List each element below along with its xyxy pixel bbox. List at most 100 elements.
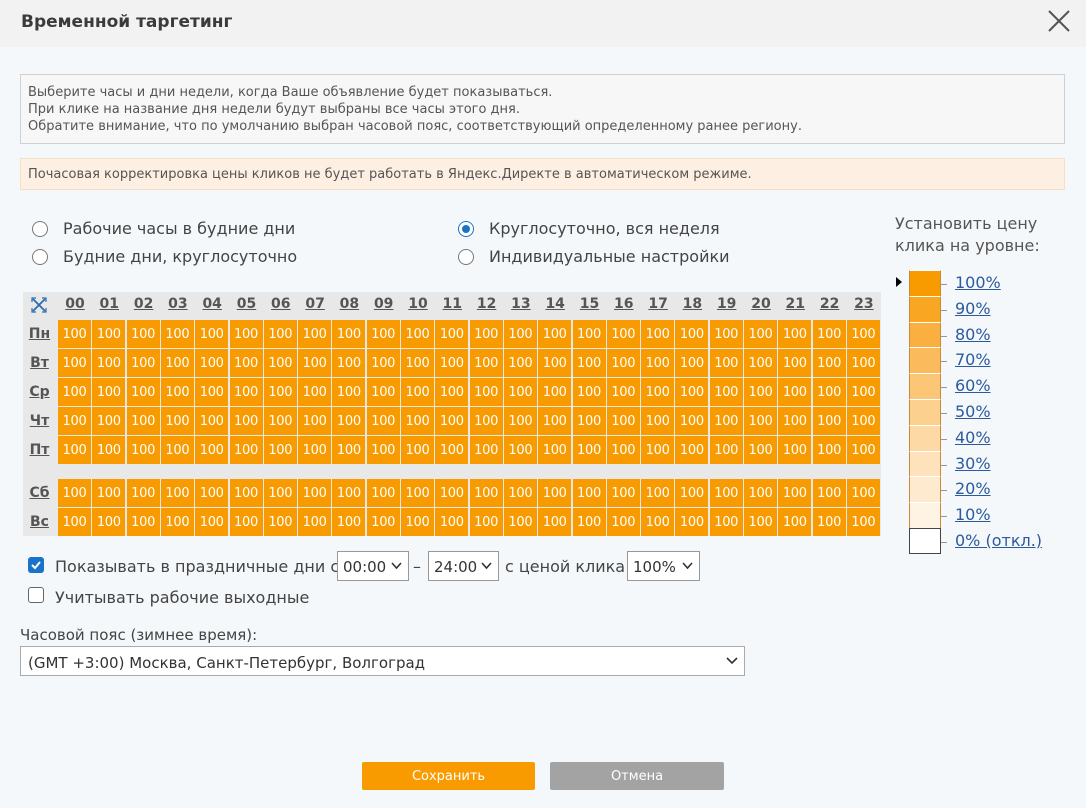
schedule-cell[interactable]: 100 (126, 378, 160, 406)
schedule-cell[interactable]: 100 (435, 407, 469, 435)
schedule-cell[interactable]: 100 (435, 349, 469, 377)
legend-level-link[interactable]: 30% (955, 454, 991, 473)
schedule-cell[interactable]: 100 (812, 479, 846, 507)
hour-header[interactable]: 09 (367, 296, 401, 318)
schedule-cell[interactable]: 100 (58, 436, 91, 464)
holiday-from-select[interactable]: 00:00 (337, 551, 409, 581)
schedule-cell[interactable]: 100 (572, 320, 606, 348)
schedule-cell[interactable]: 100 (744, 508, 777, 536)
schedule-cell[interactable]: 100 (298, 378, 332, 406)
legend-swatch[interactable] (909, 399, 941, 425)
schedule-cell[interactable]: 100 (606, 479, 640, 507)
schedule-cell[interactable]: 100 (229, 349, 263, 377)
schedule-cell[interactable]: 100 (229, 320, 263, 348)
schedule-cell[interactable]: 100 (744, 407, 777, 435)
radio-custom[interactable]: Индивидуальные настройки (458, 247, 730, 266)
schedule-cell[interactable]: 100 (778, 508, 812, 536)
schedule-cell[interactable]: 100 (675, 407, 709, 435)
schedule-cell[interactable]: 100 (58, 479, 91, 507)
schedule-cell[interactable]: 100 (744, 479, 777, 507)
schedule-cell[interactable]: 100 (195, 479, 229, 507)
schedule-cell[interactable]: 100 (160, 436, 194, 464)
schedule-cell[interactable]: 100 (606, 349, 640, 377)
schedule-cell[interactable]: 100 (778, 436, 812, 464)
schedule-cell[interactable]: 100 (332, 479, 366, 507)
schedule-cell[interactable]: 100 (160, 349, 194, 377)
schedule-cell[interactable]: 100 (58, 320, 91, 348)
schedule-cell[interactable]: 100 (126, 407, 160, 435)
schedule-cell[interactable]: 100 (92, 508, 126, 536)
schedule-cell[interactable]: 100 (503, 479, 537, 507)
legend-level-link[interactable]: 100% (955, 273, 1001, 292)
hour-header[interactable]: 16 (607, 296, 641, 318)
legend-level-link[interactable]: 60% (955, 376, 991, 395)
schedule-cell[interactable]: 100 (641, 349, 675, 377)
hour-header[interactable]: 12 (470, 296, 504, 318)
schedule-cell[interactable]: 100 (675, 436, 709, 464)
schedule-cell[interactable]: 100 (812, 508, 846, 536)
working-weekends-checkbox[interactable] (28, 587, 44, 603)
schedule-cell[interactable]: 100 (572, 407, 606, 435)
hour-header[interactable]: 00 (58, 296, 92, 318)
legend-swatch[interactable] (909, 476, 941, 503)
schedule-cell[interactable]: 100 (229, 436, 263, 464)
schedule-cell[interactable]: 100 (401, 479, 434, 507)
schedule-cell[interactable]: 100 (366, 378, 400, 406)
schedule-cell[interactable]: 100 (641, 378, 675, 406)
schedule-cell[interactable]: 100 (298, 407, 332, 435)
schedule-cell[interactable]: 100 (126, 508, 160, 536)
schedule-cell[interactable]: 100 (709, 320, 743, 348)
schedule-cell[interactable]: 100 (298, 508, 332, 536)
schedule-cell[interactable]: 100 (195, 508, 229, 536)
schedule-cell[interactable]: 100 (812, 436, 846, 464)
schedule-cell[interactable]: 100 (92, 436, 126, 464)
hour-header[interactable]: 04 (195, 296, 229, 318)
schedule-cell[interactable]: 100 (435, 436, 469, 464)
schedule-cell[interactable]: 100 (778, 479, 812, 507)
day-label[interactable]: Пн (23, 318, 56, 347)
schedule-cell[interactable]: 100 (401, 436, 434, 464)
schedule-cell[interactable]: 100 (126, 436, 160, 464)
schedule-cell[interactable]: 100 (606, 407, 640, 435)
schedule-cell[interactable]: 100 (709, 479, 743, 507)
hour-header[interactable]: 22 (813, 296, 847, 318)
legend-swatch[interactable] (909, 347, 941, 374)
schedule-cell[interactable]: 100 (332, 508, 366, 536)
schedule-cell[interactable]: 100 (709, 436, 743, 464)
schedule-cell[interactable]: 100 (744, 320, 777, 348)
schedule-cell[interactable]: 100 (538, 349, 572, 377)
schedule-cell[interactable]: 100 (572, 436, 606, 464)
schedule-cell[interactable]: 100 (846, 508, 880, 536)
schedule-cell[interactable]: 100 (263, 436, 297, 464)
schedule-cell[interactable]: 100 (538, 436, 572, 464)
schedule-cell[interactable]: 100 (401, 508, 434, 536)
schedule-cell[interactable]: 100 (641, 508, 675, 536)
timezone-select[interactable]: (GMT +3:00) Москва, Санкт-Петербург, Вол… (20, 646, 745, 676)
holiday-to-select[interactable]: 24:00 (428, 551, 499, 581)
legend-swatch[interactable] (909, 502, 941, 529)
hour-header[interactable]: 11 (435, 296, 469, 318)
schedule-cell[interactable]: 100 (298, 320, 332, 348)
schedule-cell[interactable]: 100 (298, 479, 332, 507)
schedule-cell[interactable]: 100 (92, 407, 126, 435)
day-label[interactable]: Пт (23, 434, 56, 463)
schedule-cell[interactable]: 100 (709, 349, 743, 377)
hour-header[interactable]: 20 (744, 296, 778, 318)
schedule-cell[interactable]: 100 (92, 378, 126, 406)
hour-header[interactable]: 14 (538, 296, 572, 318)
schedule-cell[interactable]: 100 (160, 508, 194, 536)
schedule-cell[interactable]: 100 (503, 378, 537, 406)
schedule-cell[interactable]: 100 (332, 436, 366, 464)
hour-header[interactable]: 15 (573, 296, 607, 318)
schedule-cell[interactable]: 100 (744, 349, 777, 377)
schedule-cell[interactable]: 100 (812, 407, 846, 435)
schedule-cell[interactable]: 100 (195, 436, 229, 464)
schedule-cell[interactable]: 100 (606, 378, 640, 406)
schedule-cell[interactable]: 100 (366, 320, 400, 348)
schedule-cell[interactable]: 100 (435, 479, 469, 507)
schedule-cell[interactable]: 100 (160, 407, 194, 435)
day-label[interactable]: Сб (23, 477, 56, 506)
schedule-cell[interactable]: 100 (366, 508, 400, 536)
schedule-cell[interactable]: 100 (263, 320, 297, 348)
legend-swatch[interactable] (909, 270, 941, 296)
